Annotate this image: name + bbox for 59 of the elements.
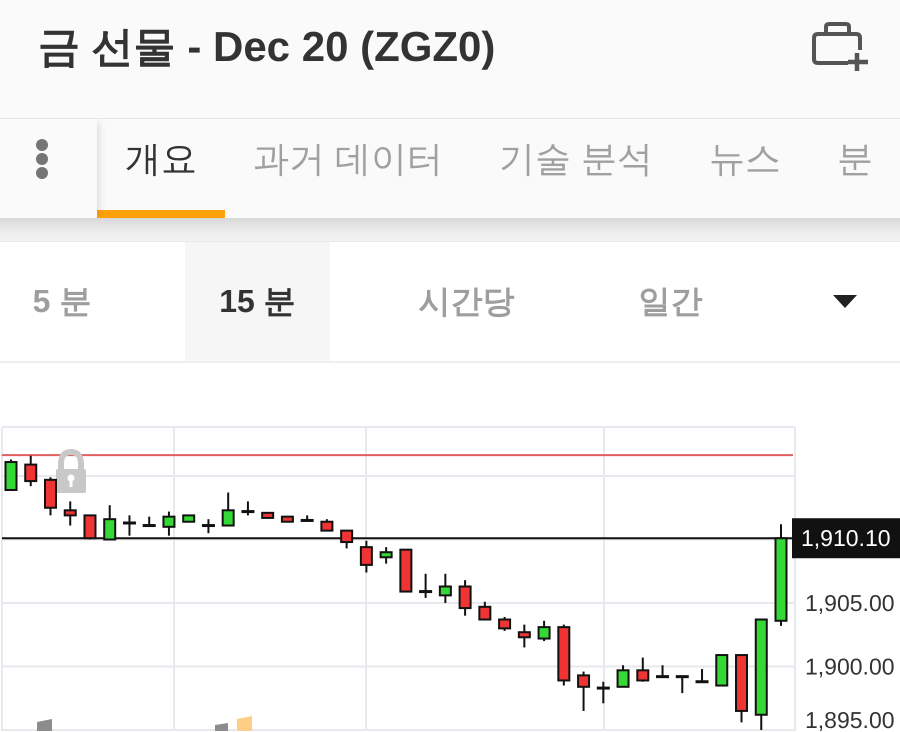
caret-down-icon[interactable] [833,295,857,308]
candlestick [438,574,452,603]
candlestick [636,658,650,682]
tab[interactable]: 과거 데이터 [225,119,472,218]
candlestick [656,665,670,678]
candlestick [320,519,334,532]
ref-line-label: 1,910.10 [801,525,891,552]
candlestick [498,616,512,631]
briefcase-plus-icon[interactable] [812,22,870,72]
candlestick [280,516,294,523]
page-title: 금 선물 - Dec 20 (ZGZ0) [38,22,496,72]
candlestick [261,512,274,519]
candlestick [360,540,373,573]
candlestick [162,512,176,536]
interval-tab[interactable]: 15 분 [185,242,330,361]
price-axis-label: 1,905.00 [805,590,895,616]
candlestick [577,672,590,711]
interval-tab[interactable]: 시간당 [394,242,539,361]
candlestick [478,602,492,620]
tab[interactable]: 기술 분석 [471,119,682,218]
interval-tab[interactable]: 일간 [598,242,743,361]
candlestick [676,675,689,694]
candlestick [340,530,354,548]
candlestick [380,547,393,564]
candlestick [44,477,57,516]
candlestick [64,501,77,526]
candlestick [735,654,748,722]
candlestick [83,514,96,540]
tab[interactable]: 분 [809,119,900,218]
candlestick [399,548,412,593]
partial-bar [237,716,252,731]
candlestick [715,654,728,687]
candlestick [300,515,314,522]
lock-icon [56,449,86,493]
candlestick [24,456,38,486]
candlestick [142,516,156,528]
interval-tab[interactable]: 5 분 [0,242,124,361]
current-price-label: 1,910.10 [792,518,900,558]
candlestick [616,665,630,688]
price-axis-label: 1,895.00 [805,707,895,731]
candlestick [596,682,610,704]
candlestick [538,620,551,642]
candlestick [518,624,531,648]
candlestick [103,505,116,540]
tab[interactable]: 뉴스 [681,119,810,218]
candlestick [458,580,472,616]
candlestick [696,669,709,684]
candlestick [4,460,18,491]
more-options-icon[interactable] [35,138,49,178]
price-axis-label: 1,900.00 [805,654,895,680]
candlestick [182,514,196,523]
candlestick [241,501,254,516]
candlestick [202,519,215,534]
partial-bar [215,723,228,731]
partial-bar [37,719,52,731]
candlestick [557,624,570,686]
candlestick [122,515,136,536]
candlestick [419,574,432,598]
candlestick [222,492,235,527]
